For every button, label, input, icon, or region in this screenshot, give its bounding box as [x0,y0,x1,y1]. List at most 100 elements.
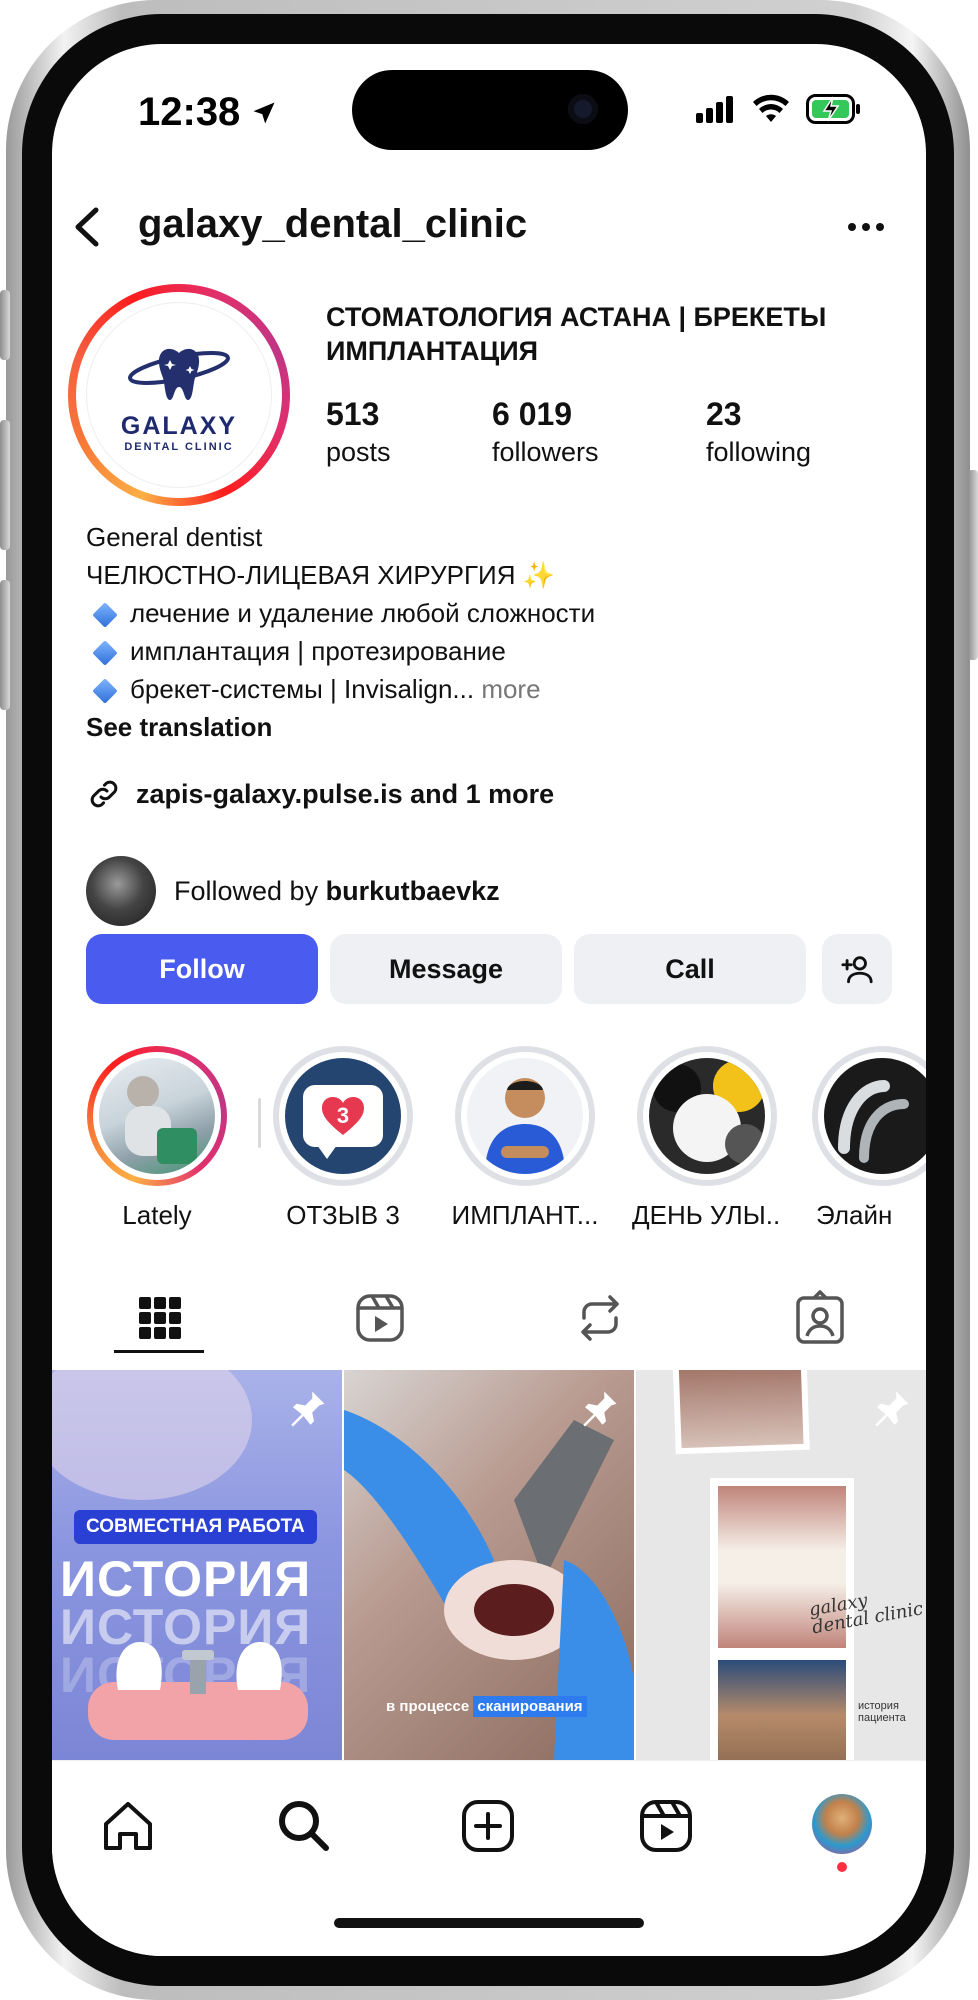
doctor-portrait-icon [485,1078,565,1174]
cellular-signal-icon [696,96,733,123]
logo-subtitle: DENTAL CLINIC [124,440,234,453]
active-tab-indicator [114,1350,204,1353]
bio-line-3: имплантация | протезирование [86,636,886,667]
dynamic-island [352,70,628,150]
volume-up-button [0,420,10,550]
call-button[interactable]: Call [574,934,806,1004]
blue-diamond-icon [92,678,118,704]
caption-part-a: в процессе [386,1698,470,1715]
message-button[interactable]: Message [330,934,562,1004]
home-indicator[interactable] [334,1918,644,1928]
highlight-implant[interactable]: ИМПЛАНТ... [450,1046,600,1231]
followers-count-value: 6 019 [492,396,573,432]
wifi-icon [753,94,789,122]
bio-line-4-text: брекет-системы | Invisalign... [130,674,475,704]
highlight-label: ДЕНЬ УЛЫ... [632,1200,782,1230]
highlight-review[interactable]: 3 ОТЗЫВ 3 [268,1046,418,1231]
ellipsis-icon [848,223,884,231]
bubble-tail [317,1145,337,1159]
bio-line-3-text: имплантация | протезирование [130,636,506,666]
profile-link[interactable]: zapis-galaxy.pulse.is and 1 more [86,776,554,812]
posts-count[interactable]: 513 posts [326,396,391,468]
nav-home[interactable] [98,1796,158,1861]
post-tile-2[interactable]: в процессе сканирования [344,1370,634,1760]
follow-button[interactable]: Follow [86,934,318,1004]
back-button[interactable] [64,202,114,257]
phone-screen: 12:38 galaxy_dental_clinic GALAXY DENTAL… [52,44,926,1956]
highlight-lately[interactable]: Lately [82,1046,232,1231]
balloons-icon [653,1060,765,1164]
review-number: 3 [336,1103,350,1128]
highlight-label: ИМПЛАНТ... [451,1200,599,1230]
photo-mouth [678,1370,804,1449]
suggest-people-button[interactable] [822,934,892,1004]
bio-more-link[interactable]: more [481,674,540,704]
chevron-left-icon [75,207,99,247]
nav-search[interactable] [274,1796,334,1861]
tab-reels[interactable] [350,1288,410,1348]
highlight-ring [812,1046,926,1186]
search-icon [279,1801,329,1851]
highlight-label: Элайн [816,1200,893,1230]
see-translation-link[interactable]: See translation [86,712,886,743]
bio-line-2-text: лечение и удаление любой сложности [130,598,596,628]
followed-by[interactable]: Followed by burkutbaevkz [86,856,500,926]
highlight-thumbnail [649,1058,765,1174]
avatar-gap: GALAXY DENTAL CLINIC [76,292,282,498]
power-button [968,470,978,660]
post-tile-3[interactable]: galaxy dental clinic история пациента [636,1370,926,1760]
nav-profile-avatar[interactable] [812,1794,872,1854]
post-tile-1[interactable]: СОВМЕСТНАЯ РАБОТА ИСТОРИЯ ИСТОРИЯ ИСТОРИ… [52,1370,342,1760]
highlight-aligners[interactable]: Элайн [812,1046,926,1231]
bio-line-2: лечение и удаление любой сложности [86,598,886,629]
more-options-button[interactable] [846,220,886,238]
profile-username: galaxy_dental_clinic [138,202,528,246]
pin-icon [291,1391,325,1427]
speech-bubble-icon: 3 [303,1085,383,1159]
highlights-divider [258,1098,261,1148]
highlight-smile-day[interactable]: ДЕНЬ УЛЫ... [632,1046,782,1231]
tab-grid[interactable] [130,1288,190,1348]
profile-link-text: zapis-galaxy.pulse.is and 1 more [136,778,555,809]
blue-diamond-icon [92,640,118,666]
highlight-thumbnail [467,1058,583,1174]
home-icon [104,1802,152,1850]
volume-down-button [0,580,10,710]
reels-icon [640,1800,692,1852]
profile-avatar[interactable]: GALAXY DENTAL CLINIC [68,284,290,506]
bio-line-1: ЧЕЛЮСТНО-ЛИЦЕВАЯ ХИРУРГИЯ ✨ [86,560,556,590]
add-person-icon [841,956,873,984]
highlight-label: ОТЗЫВ 3 [286,1200,400,1230]
mute-switch [0,290,10,360]
following-count[interactable]: 23 following [706,396,811,468]
logo-wordmark: GALAXY [120,411,238,440]
status-time-text: 12:38 [138,90,241,134]
posts-count-value: 513 [326,396,380,432]
post-badge: СОВМЕСТНАЯ РАБОТА [74,1510,317,1544]
battery-charging-icon [806,94,860,124]
highlight-thumbnail: 3 [285,1058,401,1174]
highlight-ring: 3 [273,1046,413,1186]
repost-icon [581,1295,619,1341]
implant-model-icon [88,1642,308,1740]
post-note: история пациента [858,1700,906,1724]
status-icons [696,94,862,124]
plus-square-icon [462,1800,514,1852]
location-arrow-icon [253,102,275,123]
full-name-line-2: ИМПЛАНТАЦИЯ [326,336,539,366]
camera-icon [568,94,598,124]
followers-count[interactable]: 6 019 followers [492,396,599,468]
pin-icon [583,1391,617,1427]
clinic-logo: GALAXY DENTAL CLINIC [86,302,272,488]
posts-count-label: posts [326,437,391,467]
reels-icon [356,1294,404,1342]
following-count-label: following [706,437,812,467]
tab-reposts[interactable] [570,1288,630,1348]
following-count-value: 23 [706,396,742,432]
followed-by-text: Followed by burkutbaevkz [174,876,500,907]
nav-create[interactable] [458,1796,518,1861]
face-shape [52,1370,252,1500]
tab-tagged[interactable] [790,1288,850,1348]
followed-by-prefix: Followed by [174,875,319,906]
nav-reels[interactable] [636,1796,696,1861]
